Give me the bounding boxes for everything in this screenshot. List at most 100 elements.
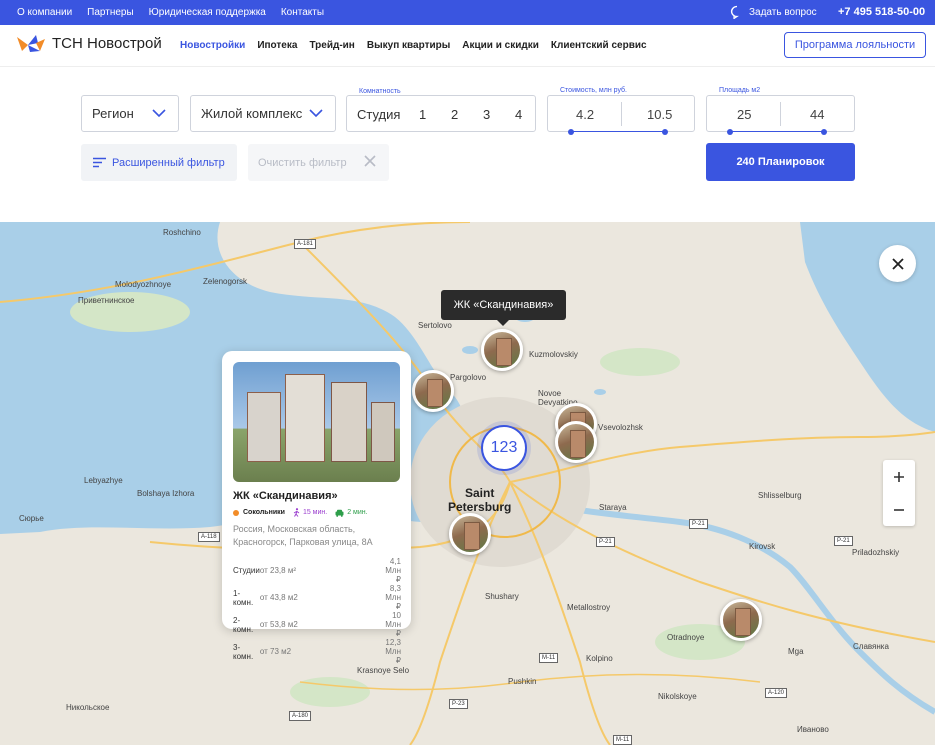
map-label-pargolovo: Pargolovo	[450, 373, 487, 382]
building-image	[331, 382, 367, 462]
rooms-option-studio[interactable]: Студия	[357, 107, 400, 122]
nav-promotions[interactable]: Акции и скидки	[462, 40, 539, 51]
road-badge: P-23	[449, 699, 468, 709]
map-label-shlisselburg: Shlisselburg	[758, 491, 802, 500]
chat-bubble-icon	[730, 5, 739, 19]
price-range-label: Стоимость, млн руб.	[558, 87, 629, 94]
walking-icon	[293, 508, 300, 517]
flat-price: 4,1 Млн ₽	[385, 557, 401, 584]
plus-icon	[894, 471, 904, 482]
area-min-input[interactable]: 25	[737, 107, 751, 122]
map-label-mga: Mga	[788, 647, 804, 656]
flat-area: от 53,8 м2	[259, 620, 298, 629]
filter-lines-icon	[93, 157, 106, 168]
logo-text: ТСН Новострой	[52, 34, 162, 52]
loyalty-program-button[interactable]: Программа лояльности	[784, 32, 926, 58]
area-max-input[interactable]: 44	[810, 107, 824, 122]
logo[interactable]: ТСН Новострой	[16, 33, 162, 53]
close-icon	[891, 257, 904, 270]
walk-time: 15 мин.	[302, 509, 328, 516]
main-header: ТСН Новострой Новостройки Ипотека Трейд-…	[0, 25, 935, 67]
zoom-out-button[interactable]	[883, 493, 915, 526]
map-marker-complex[interactable]	[481, 329, 523, 371]
map-label-metallostroy: Metallostroy	[567, 603, 611, 612]
map-label-roshchino: Roshchino	[163, 228, 201, 237]
road-badge: A-181	[294, 239, 317, 249]
filter-panel: Регион Жилой комплекс Комнатность Студия…	[0, 67, 935, 222]
phone-number[interactable]: +7 495 518-50-00	[838, 6, 925, 18]
map-marker-complex[interactable]	[412, 370, 454, 412]
complex-photo	[233, 362, 400, 482]
map-label-saint-petersburg: Saint Petersburg	[448, 486, 512, 514]
road-badge: P-21	[596, 537, 615, 547]
road-badge: A-120	[765, 688, 788, 698]
flat-area: от 73 м2	[259, 647, 292, 656]
map-marker-complex[interactable]	[449, 513, 491, 555]
rooms-filter: Комнатность Студия 1 2 3 4	[346, 88, 536, 132]
chevron-down-icon	[309, 109, 323, 118]
map-marker-complex[interactable]	[720, 599, 762, 641]
map-label-syurye: Сюрье	[19, 514, 44, 523]
price-min-input[interactable]: 4.2	[576, 107, 594, 122]
ask-question-link[interactable]: Задать вопрос	[730, 5, 817, 19]
rooms-option-4[interactable]: 4	[515, 107, 522, 122]
map[interactable]: Roshchino Molodyozhnoye Zelenogorsk Прив…	[0, 222, 935, 745]
complex-select-label: Жилой комплекс	[201, 106, 303, 121]
car-icon	[335, 509, 344, 517]
map-label-kirovsk: Kirovsk	[749, 542, 776, 551]
ask-question-label: Задать вопрос	[749, 6, 817, 18]
close-map-button[interactable]	[879, 245, 916, 282]
nav-buyout[interactable]: Выкуп квартиры	[367, 40, 450, 51]
area-slider-min-handle[interactable]	[727, 129, 733, 135]
range-divider	[621, 102, 622, 126]
rooms-option-2[interactable]: 2	[451, 107, 458, 122]
rooms-option-1[interactable]: 1	[419, 107, 426, 122]
map-label-privetninskoe: Приветнинское	[78, 296, 135, 305]
road-badge: P-21	[834, 536, 853, 546]
rooms-option-3[interactable]: 3	[483, 107, 490, 122]
map-label-zelenogorsk: Zelenogorsk	[203, 277, 248, 286]
zoom-in-button[interactable]	[883, 460, 915, 493]
advanced-filter-button[interactable]: Расширенный фильтр	[81, 144, 237, 181]
map-cluster-marker[interactable]: 123	[481, 425, 527, 471]
price-slider-max-handle[interactable]	[662, 129, 668, 135]
area-range-label: Площадь м2	[717, 87, 763, 94]
map-marker-complex[interactable]	[555, 421, 597, 463]
top-link-legal[interactable]: Юридическая поддержка	[149, 7, 266, 18]
map-label-shushary: Shushary	[485, 592, 519, 601]
clear-filter-button[interactable]: Очистить фильтр	[248, 144, 389, 181]
nav-trade-in[interactable]: Трейд-ин	[309, 40, 354, 51]
region-select[interactable]: Регион	[81, 95, 179, 132]
flat-type: 3-комн.	[233, 642, 254, 661]
nav-client-service[interactable]: Клиентский сервис	[551, 40, 647, 51]
zoom-control	[883, 460, 915, 526]
road-badge: A-118	[198, 532, 220, 542]
flat-area: от 43,8 м2	[259, 593, 298, 602]
top-link-partners[interactable]: Партнеры	[87, 7, 134, 18]
flat-price: 8,3 Млн ₽	[385, 584, 401, 611]
map-label-krasnoye-selo: Krasnoye Selo	[357, 666, 410, 675]
complex-select[interactable]: Жилой комплекс	[190, 95, 336, 132]
nav-mortgage[interactable]: Ипотека	[257, 40, 297, 51]
road-badge: A-180	[289, 711, 312, 721]
price-slider-track	[572, 131, 666, 132]
area-slider-max-handle[interactable]	[821, 129, 827, 135]
map-label-nikolskoe-ru: Никольское	[66, 703, 110, 712]
price-slider-min-handle[interactable]	[568, 129, 574, 135]
top-link-about[interactable]: О компании	[17, 7, 72, 18]
car-time: 2 мин.	[347, 509, 368, 516]
complex-card[interactable]: ЖК «Скандинавия» Сокольники 15 мин. 2 ми…	[222, 351, 411, 665]
show-plans-button[interactable]: 240 Планировок	[706, 143, 855, 181]
map-label-pushkin: Pushkin	[508, 677, 537, 686]
map-label-staraya: Staraya	[599, 503, 627, 512]
flat-price: 10 Млн ₽	[385, 611, 401, 638]
complex-title[interactable]: ЖК «Скандинавия»	[233, 490, 338, 502]
logo-icon	[17, 35, 45, 52]
top-link-contacts[interactable]: Контакты	[281, 7, 324, 18]
building-image	[247, 392, 281, 462]
flat-area: от 23,8 м²	[259, 566, 296, 575]
flat-type: 2-комн.	[233, 615, 254, 634]
price-row: 1-комн. от 43,8 м2 8,3 Млн ₽	[233, 584, 401, 611]
price-max-input[interactable]: 10.5	[647, 107, 672, 122]
nav-new-buildings[interactable]: Новостройки	[180, 40, 245, 51]
